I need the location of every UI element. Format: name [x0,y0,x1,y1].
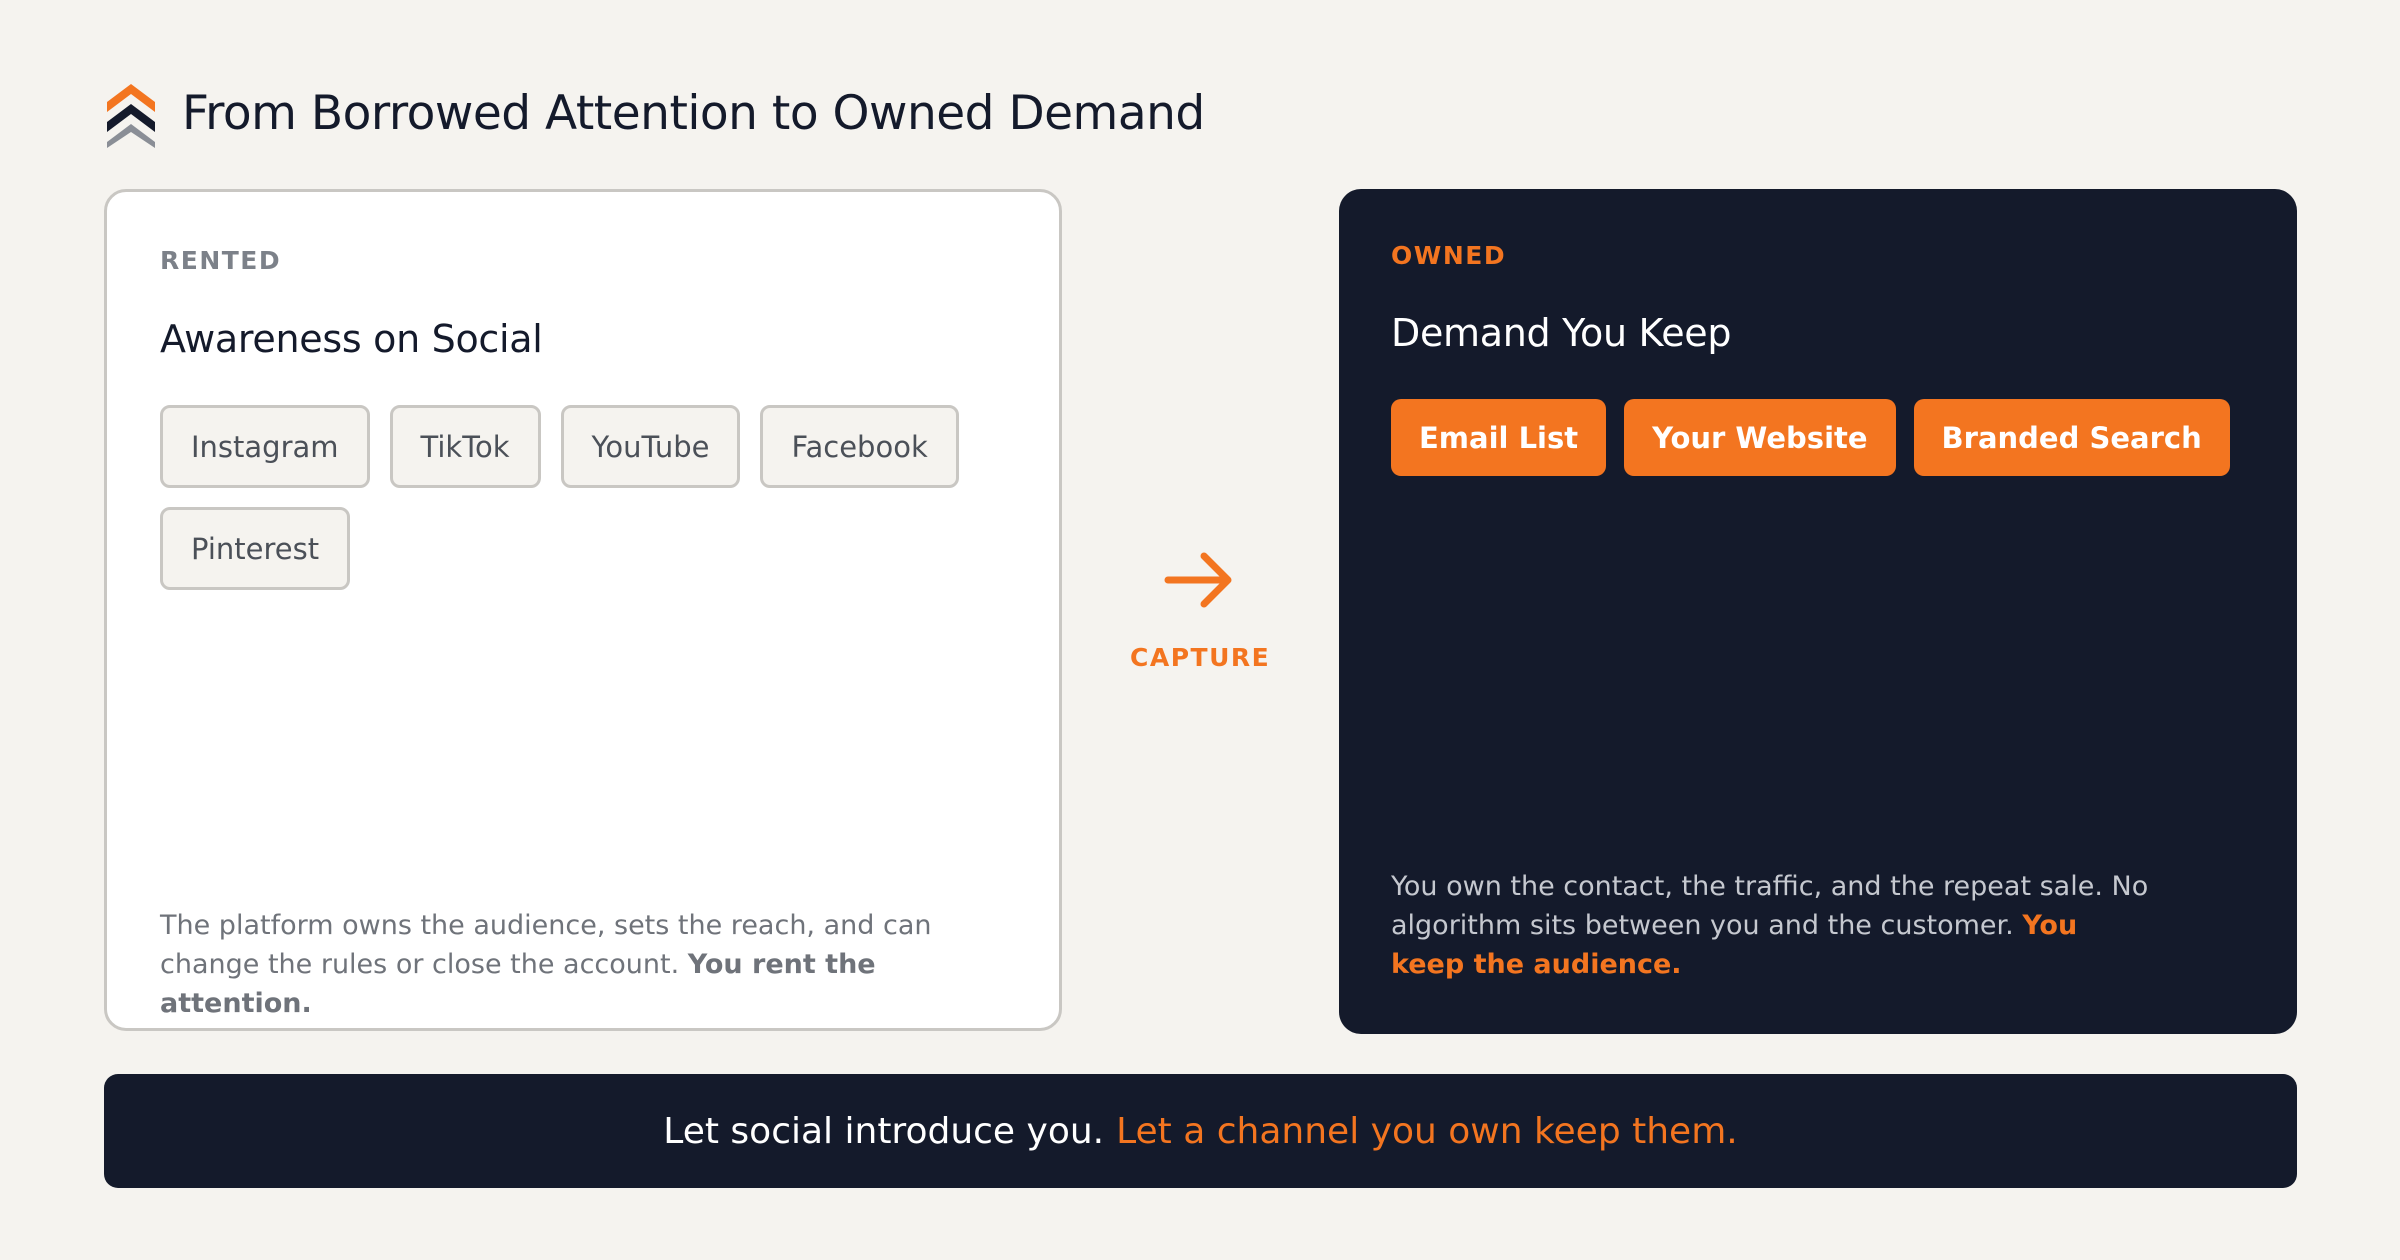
chip-tiktok: TikTok [389,405,541,488]
rented-card: RENTED Awareness on Social Instagram Tik… [104,189,1062,1031]
rented-description: The platform owns the audience, sets the… [160,906,1020,1023]
chip-pinterest: Pinterest [160,507,351,590]
chip-branded-search: Branded Search [1913,399,2230,476]
chip-youtube: YouTube [560,405,741,488]
chevrons-up-logo-icon [107,84,155,148]
page-header: From Borrowed Attention to Owned Demand [104,78,1205,148]
takeaway-banner: Let social introduce you. Let a channel … [104,1074,2297,1188]
owned-description: You own the contact, the traffic, and th… [1391,867,2151,984]
social-platform-chips: Instagram TikTok YouTube Facebook Pinter… [160,405,1020,590]
chip-facebook: Facebook [760,405,959,488]
banner-accent: Let a channel you own keep them. [1116,1110,1738,1152]
page-title: From Borrowed Attention to Owned Demand [182,85,1205,141]
rented-card-title: Awareness on Social [160,317,543,361]
owned-channel-chips: Email List Your Website Branded Search [1391,399,2230,476]
banner-lead: Let social introduce you. [663,1110,1105,1152]
arrow-right-icon [1164,552,1232,608]
owned-eyebrow: OWNED [1391,241,1507,270]
chip-email-list: Email List [1391,399,1607,476]
chip-instagram: Instagram [160,405,370,488]
rented-eyebrow: RENTED [160,246,282,275]
owned-card: OWNED Demand You Keep Email List Your We… [1339,189,2297,1034]
owned-card-title: Demand You Keep [1391,311,1732,355]
capture-connector: CAPTURE [1130,548,1270,672]
chip-your-website: Your Website [1624,399,1896,476]
capture-label: CAPTURE [1130,643,1271,672]
